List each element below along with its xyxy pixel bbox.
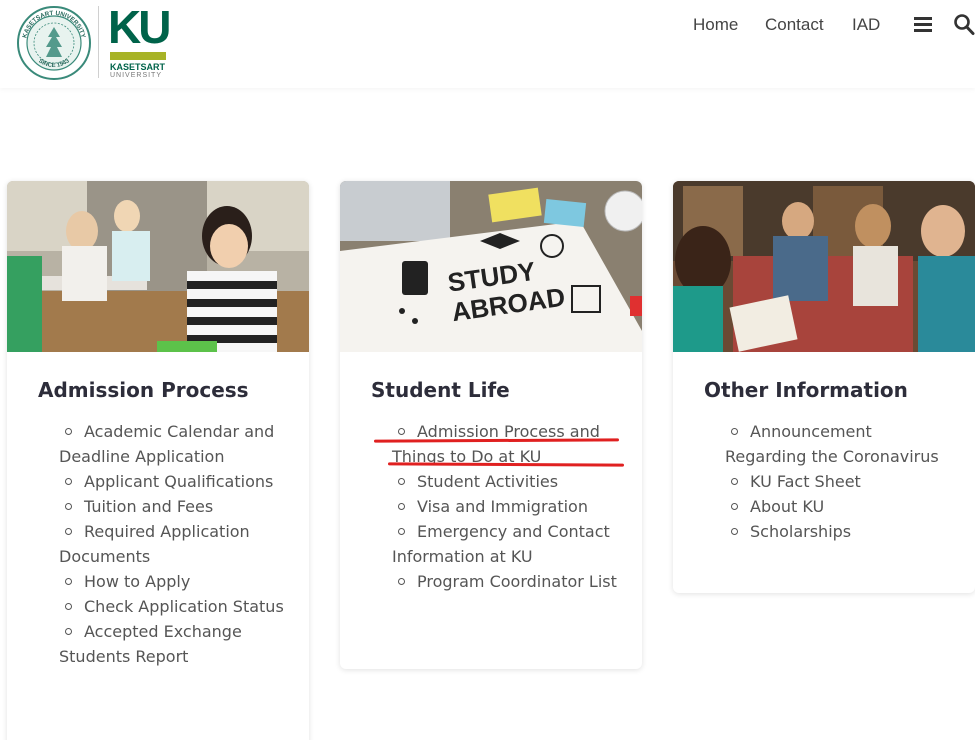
list-item-link[interactable]: About KU (750, 497, 824, 516)
bullet-icon (731, 477, 738, 485)
card-title-other-information: Other Information (704, 378, 908, 402)
list-item[interactable]: Academic Calendar and Deadline Applicati… (59, 419, 289, 469)
student-life-list: Admission Process and Things to Do at KU… (392, 419, 622, 594)
logo-divider (98, 6, 99, 78)
list-item[interactable]: KU Fact Sheet (725, 469, 955, 494)
ku-logo-bar (110, 52, 166, 60)
bullet-icon (65, 427, 72, 435)
nav-item-contact[interactable]: Contact (765, 12, 824, 38)
nav-link-home[interactable]: Home (693, 15, 738, 35)
list-item[interactable]: Check Application Status (59, 594, 289, 619)
list-item-link[interactable]: Accepted Exchange Students Report (59, 622, 242, 666)
list-item-link[interactable]: How to Apply (84, 572, 190, 591)
list-item-link[interactable]: Applicant Qualifications (84, 472, 273, 491)
bullet-icon (65, 627, 72, 635)
ku-logo-sub: UNIVERSITY (110, 72, 163, 79)
list-item[interactable]: Tuition and Fees (59, 494, 289, 519)
other-information-list: Announcement Regarding the Coronavirus K… (725, 419, 955, 544)
nav-link-contact[interactable]: Contact (765, 15, 824, 35)
site-header: KASETSART UNIVERSITY SINCE 1943 KU KASET… (0, 0, 975, 88)
bullet-icon (731, 527, 738, 535)
list-item[interactable]: Admission Process and Things to Do at KU (392, 419, 622, 469)
bullet-icon (398, 502, 405, 510)
list-item[interactable]: Emergency and Contact Information at KU (392, 519, 622, 569)
ku-logo-name: KASETSART (110, 62, 166, 72)
bullet-icon (65, 527, 72, 535)
list-item-link[interactable]: Scholarships (750, 522, 851, 541)
card-admission-process: Admission Process Academic Calendar and … (7, 181, 309, 740)
list-item[interactable]: Student Activities (392, 469, 622, 494)
list-item-link[interactable]: Program Coordinator List (417, 572, 617, 591)
list-item-link[interactable]: Tuition and Fees (84, 497, 213, 516)
list-item-link[interactable]: KU Fact Sheet (750, 472, 861, 491)
nav-item-home[interactable]: Home (693, 12, 738, 38)
list-item[interactable]: Applicant Qualifications (59, 469, 289, 494)
list-item[interactable]: How to Apply (59, 569, 289, 594)
card-student-life: STUDY ABROAD Student Life Admission Proc… (340, 181, 642, 669)
list-item[interactable]: About KU (725, 494, 955, 519)
study-abroad-notebook-photo: STUDY ABROAD (340, 181, 642, 352)
students-group-library-photo (673, 181, 975, 352)
bullet-icon (731, 427, 738, 435)
list-item-link[interactable]: Required Application Documents (59, 522, 250, 566)
nav-link-iad[interactable]: IAD (852, 15, 880, 35)
list-item-link[interactable]: Visa and Immigration (417, 497, 588, 516)
list-item-link[interactable]: Emergency and Contact Information at KU (392, 522, 610, 566)
bullet-icon (65, 602, 72, 610)
list-item[interactable]: Program Coordinator List (392, 569, 622, 594)
ku-logo-letters: KU (108, 1, 171, 53)
list-item-link[interactable]: Academic Calendar and Deadline Applicati… (59, 422, 274, 466)
search-icon[interactable] (953, 12, 975, 36)
list-item[interactable]: Announcement Regarding the Coronavirus (725, 419, 955, 469)
bullet-icon (398, 427, 405, 435)
nav-item-iad[interactable]: IAD (852, 12, 880, 38)
bullet-icon (65, 477, 72, 485)
list-item-link[interactable]: Check Application Status (84, 597, 284, 616)
bullet-icon (398, 477, 405, 485)
list-item-link[interactable]: Announcement Regarding the Coronavirus (725, 422, 939, 466)
students-smiling-classroom-photo (7, 181, 309, 352)
bullet-icon (65, 502, 72, 510)
list-item[interactable]: Scholarships (725, 519, 955, 544)
bullet-icon (65, 577, 72, 585)
card-title-admission-process: Admission Process (38, 378, 249, 402)
admission-process-list: Academic Calendar and Deadline Applicati… (59, 419, 289, 669)
card-other-information: Other Information Announcement Regarding… (673, 181, 975, 593)
list-item[interactable]: Visa and Immigration (392, 494, 622, 519)
hamburger-menu-icon[interactable] (912, 13, 934, 35)
kasetsart-seal-logo[interactable]: KASETSART UNIVERSITY SINCE 1943 (16, 5, 92, 81)
card-title-student-life: Student Life (371, 378, 510, 402)
list-item[interactable]: Required Application Documents (59, 519, 289, 569)
bullet-icon (398, 527, 405, 535)
list-item[interactable]: Accepted Exchange Students Report (59, 619, 289, 669)
list-item-link[interactable]: Admission Process and Things to Do at KU (392, 422, 600, 466)
bullet-icon (398, 577, 405, 585)
ku-logo[interactable]: KU KASETSART UNIVERSITY (108, 1, 171, 80)
list-item-link[interactable]: Student Activities (417, 472, 558, 491)
bullet-icon (731, 502, 738, 510)
